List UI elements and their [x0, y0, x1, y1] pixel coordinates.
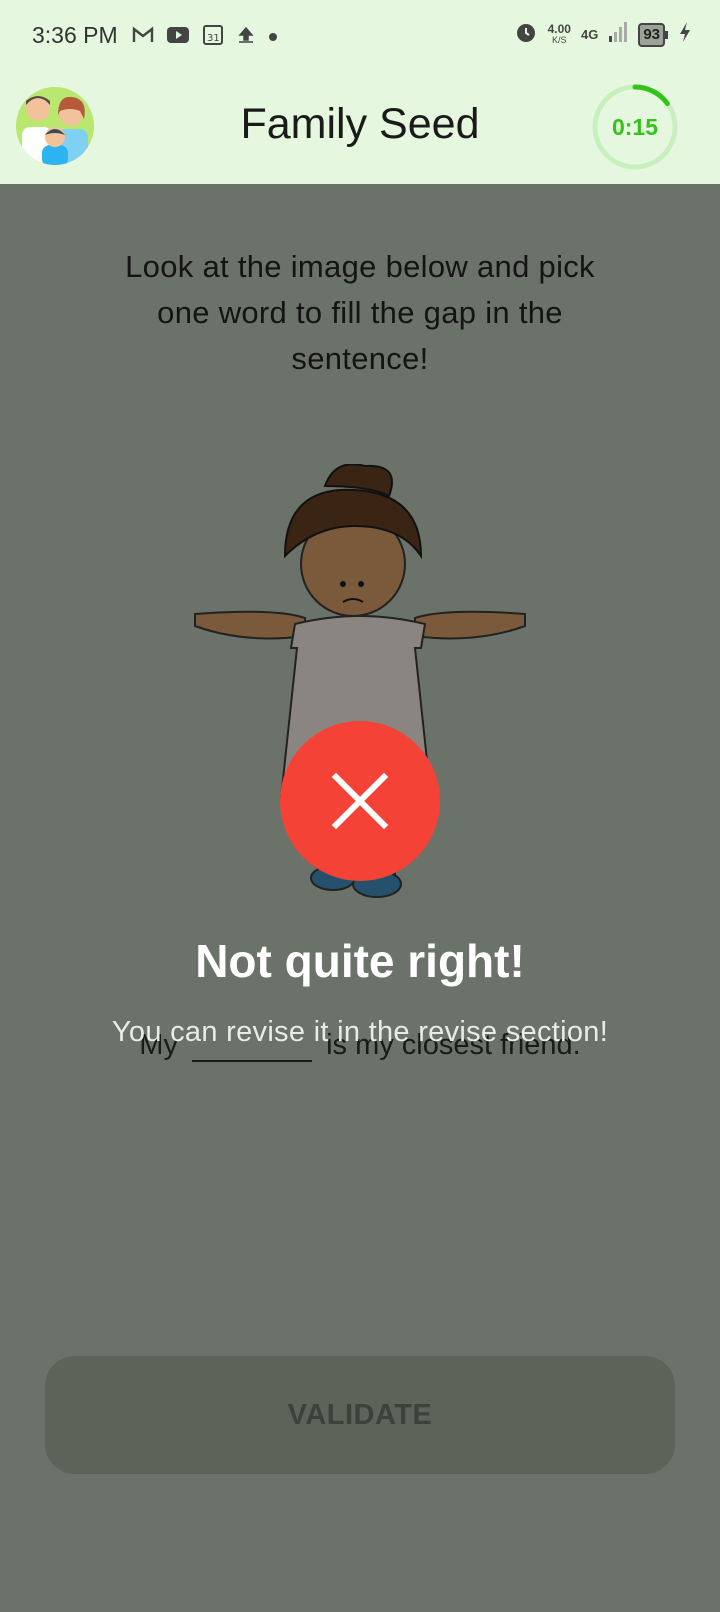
- alarm-icon: [514, 20, 538, 49]
- upload-icon: [236, 25, 256, 50]
- youtube-icon: [166, 26, 190, 49]
- close-icon: [331, 772, 389, 830]
- gmail-icon: [132, 26, 154, 49]
- network-speed-value: 4.00: [547, 21, 571, 36]
- battery-icon: 93: [638, 22, 668, 47]
- status-bar: 3:36 PM 31 4.00 K/S 4G 93: [0, 0, 720, 70]
- timer-value: 0:15: [611, 114, 659, 140]
- error-badge: [280, 721, 440, 881]
- countdown-timer: 0:15: [590, 82, 680, 172]
- svg-text:31: 31: [207, 33, 220, 44]
- app-header: Family Seed 0:15: [0, 70, 720, 184]
- network-speed-unit: K/S: [552, 34, 567, 45]
- notification-icons: 31: [132, 24, 278, 51]
- more-notifications-dot: [268, 29, 278, 47]
- signal-icon: [608, 21, 628, 48]
- network-type: 4G: [580, 27, 599, 42]
- charging-icon: [678, 21, 692, 48]
- calendar-icon: 31: [202, 24, 224, 51]
- system-icons: 4.00 K/S 4G 93: [514, 20, 692, 49]
- result-title: Not quite right!: [195, 935, 525, 987]
- result-message: You can revise it in the revise section!: [111, 1016, 609, 1048]
- result-overlay[interactable]: Not quite right! You can revise it in th…: [0, 184, 720, 1612]
- battery-level: 93: [643, 25, 660, 43]
- network-speed: 4.00 K/S: [547, 21, 571, 46]
- status-time: 3:36 PM: [32, 22, 118, 48]
